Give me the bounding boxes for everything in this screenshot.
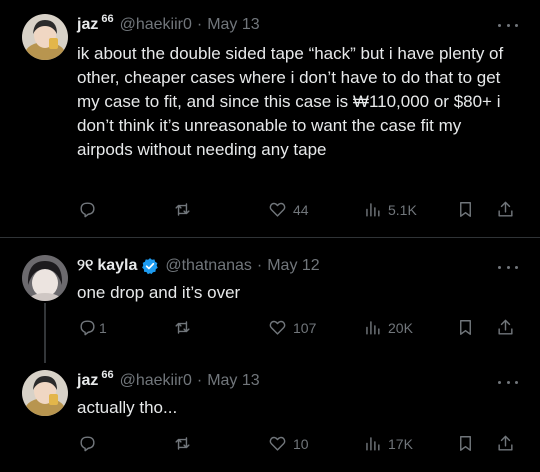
share-button[interactable]	[496, 318, 515, 337]
action-bar: 10 17K	[0, 434, 540, 458]
avatar[interactable]	[22, 255, 68, 301]
handle[interactable]: @haekiir0	[120, 372, 192, 390]
timestamp[interactable]: May 12	[267, 257, 319, 275]
view-count: 5.1K	[388, 201, 417, 218]
retweet-icon	[175, 437, 190, 450]
like-button[interactable]: 44	[268, 200, 309, 219]
more-options-icon[interactable]	[498, 260, 518, 274]
timestamp[interactable]: May 13	[207, 372, 259, 390]
views-button[interactable]: 17K	[363, 434, 413, 453]
action-bar: 1 107 20K	[0, 318, 540, 342]
views-icon	[366, 321, 380, 335]
share-icon	[498, 435, 513, 451]
share-button[interactable]	[496, 434, 515, 453]
like-button[interactable]: 107	[268, 318, 316, 337]
like-count: 44	[293, 201, 309, 218]
retweet-button[interactable]	[173, 200, 198, 219]
heart-icon	[269, 320, 286, 335]
separator-dot: ·	[256, 257, 263, 274]
tweet-2[interactable]: ୨୧ kayla @thatnanas · May 12 one drop an…	[0, 238, 540, 364]
more-options-icon[interactable]	[498, 18, 518, 32]
display-name[interactable]: kayla	[97, 257, 137, 275]
separator-dot: ·	[196, 16, 203, 33]
avatar[interactable]	[22, 370, 68, 416]
more-options-icon[interactable]	[498, 375, 518, 389]
retweet-button[interactable]	[173, 318, 198, 337]
retweet-icon	[175, 321, 190, 334]
tweet-text: actually tho...	[77, 398, 178, 417]
tweet-text: one drop and it’s over	[77, 283, 241, 302]
views-button[interactable]: 20K	[363, 318, 413, 337]
heart-icon	[269, 436, 286, 451]
retweet-icon	[175, 203, 190, 216]
handle[interactable]: @haekiir0	[120, 16, 192, 34]
bookmark-button[interactable]	[456, 318, 475, 337]
reply-count: 1	[99, 319, 107, 336]
verified-badge-icon	[142, 258, 159, 275]
reply-button[interactable]	[78, 434, 103, 453]
bookmark-icon	[460, 436, 471, 451]
display-name[interactable]: jaz	[77, 16, 98, 34]
bookmark-button[interactable]	[456, 200, 475, 219]
reply-button[interactable]	[78, 200, 103, 219]
reply-icon	[80, 320, 95, 336]
tweet-text: ik about the double sided tape “hack” bu…	[77, 44, 508, 159]
avatar[interactable]	[22, 14, 68, 60]
action-bar: 44 5.1K	[0, 200, 540, 224]
tweet-header: ୨୧ kayla @thatnanas · May 12	[77, 255, 320, 277]
bookmark-button[interactable]	[456, 434, 475, 453]
views-icon	[366, 437, 380, 451]
tweet-header: jaz 66 @haekiir0 · May 13	[77, 369, 260, 392]
views-icon	[366, 203, 380, 217]
like-count: 10	[293, 435, 309, 452]
views-button[interactable]: 5.1K	[363, 200, 417, 219]
share-icon	[498, 319, 513, 335]
tweet-header: jaz 66 @haekiir0 · May 13	[77, 13, 260, 36]
retweet-button[interactable]	[173, 434, 198, 453]
reply-icon	[80, 202, 95, 218]
like-count: 107	[293, 319, 317, 336]
view-count: 20K	[388, 319, 413, 336]
separator-dot: ·	[196, 372, 203, 389]
like-button[interactable]: 10	[268, 434, 309, 453]
bookmark-icon	[460, 320, 471, 335]
thread-connector-line	[44, 303, 46, 363]
share-button[interactable]	[496, 200, 515, 219]
reply-button[interactable]: 1	[78, 318, 107, 337]
reply-icon	[80, 436, 95, 452]
name-badge: 66	[101, 369, 114, 381]
share-icon	[498, 201, 513, 217]
display-name[interactable]: jaz	[77, 372, 98, 390]
timestamp[interactable]: May 13	[207, 16, 259, 34]
heart-icon	[269, 202, 286, 217]
tweet-1[interactable]: jaz 66 @haekiir0 · May 13 ik about the d…	[0, 0, 540, 237]
tweet-3[interactable]: jaz 66 @haekiir0 · May 13 actually tho..…	[0, 364, 540, 472]
handle[interactable]: @thatnanas	[165, 257, 252, 275]
display-name-prefix: ୨୧	[77, 257, 94, 274]
view-count: 17K	[388, 435, 413, 452]
bookmark-icon	[460, 202, 471, 217]
name-badge: 66	[101, 13, 114, 25]
